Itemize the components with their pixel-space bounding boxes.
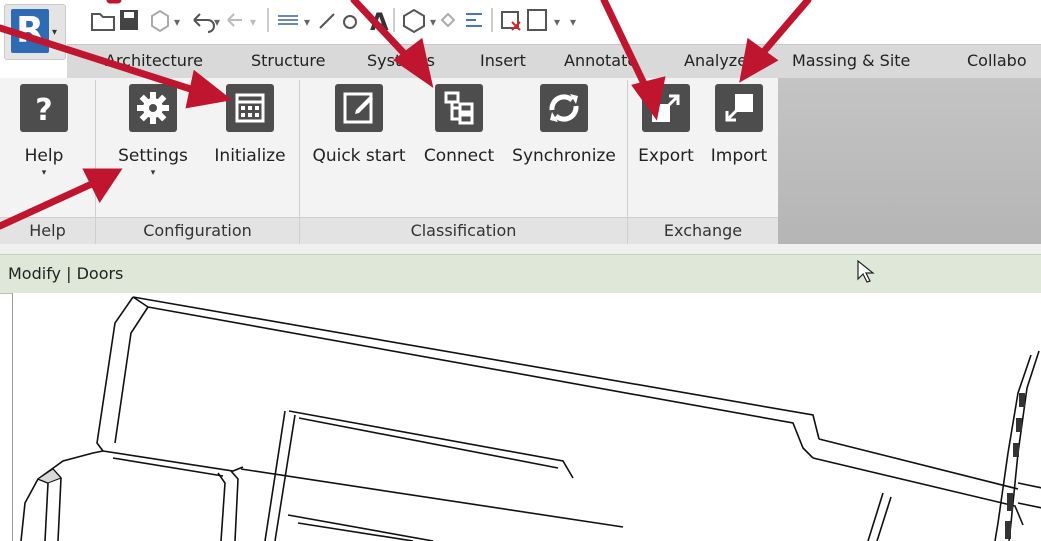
gear-icon: [129, 84, 177, 132]
chevron-down-icon: ▾: [52, 27, 58, 38]
revit-logo: R: [11, 9, 49, 53]
panel-title-classification: Classification: [300, 217, 627, 244]
chevron-down-icon[interactable]: ▾: [110, 168, 196, 178]
ribbon-bottom-gap: [0, 244, 1041, 254]
tab-massing-site[interactable]: Massing & Site: [792, 51, 910, 70]
settings-button[interactable]: Settings ▾: [110, 84, 196, 178]
export-button[interactable]: Export: [632, 84, 700, 166]
panel-title-help: Help: [0, 217, 95, 244]
panel-title-configuration: Configuration: [96, 217, 299, 244]
import-button[interactable]: Import: [703, 84, 775, 166]
tab-architecture[interactable]: Architecture: [105, 51, 203, 70]
connect-label: Connect: [423, 146, 495, 166]
sync-icon: [540, 84, 588, 132]
svg-text:▾: ▾: [554, 15, 560, 29]
synchronize-button[interactable]: Synchronize: [505, 84, 623, 166]
quick-start-button[interactable]: Quick start: [306, 84, 412, 166]
tab-insert[interactable]: Insert: [480, 51, 526, 70]
help-button[interactable]: ? Help ▾: [14, 84, 74, 178]
import-label: Import: [710, 146, 768, 166]
initialize-button[interactable]: Initialize: [205, 84, 295, 166]
svg-text:▾: ▾: [304, 15, 310, 29]
export-label: Export: [638, 146, 694, 166]
mouse-cursor-icon: [857, 259, 875, 283]
svg-text:▾: ▾: [250, 15, 256, 29]
floor-plan-3d-view[interactable]: [13, 293, 1041, 541]
quick-start-label: Quick start: [312, 146, 406, 166]
ribbon-empty-area: [778, 78, 1041, 244]
revit-application-button[interactable]: R ▾: [4, 4, 66, 60]
panel-title-exchange: Exchange: [628, 217, 778, 244]
tab-structure[interactable]: Structure: [251, 51, 325, 70]
export-icon: [642, 84, 690, 132]
context-bar-label: Modify | Doors: [8, 264, 124, 283]
calculator-icon: [226, 84, 274, 132]
svg-text:A: A: [370, 8, 389, 34]
connect-button[interactable]: Connect: [416, 84, 502, 166]
svg-text:▾: ▾: [570, 15, 576, 29]
application-header: ▾ ▾ ▾ ▾ A ▾ ▾ ▾ R ▾ Architecture Structu…: [0, 0, 1041, 254]
quick-access-icons[interactable]: ▾ ▾ ▾ ▾ A ▾ ▾ ▾: [88, 6, 878, 34]
tab-systems[interactable]: Systems: [367, 51, 435, 70]
tab-analyze[interactable]: Analyze: [684, 51, 747, 70]
help-icon: ?: [20, 84, 68, 132]
svg-text:▾: ▾: [174, 15, 180, 29]
hierarchy-icon: [435, 84, 483, 132]
tab-collaborate[interactable]: Collabo: [967, 51, 1027, 70]
svg-text:▾: ▾: [214, 15, 220, 29]
svg-text:?: ?: [35, 93, 52, 128]
settings-label: Settings: [118, 146, 188, 166]
tab-annotate[interactable]: Annotate: [564, 51, 637, 70]
import-icon: [715, 84, 763, 132]
ribbon-tab-bar: Architecture Structure Systems Insert An…: [67, 44, 1041, 79]
svg-text:▾: ▾: [430, 15, 436, 29]
chevron-down-icon[interactable]: ▾: [14, 168, 74, 178]
context-bar: Modify | Doors: [0, 254, 1041, 294]
synchronize-label: Synchronize: [512, 146, 616, 166]
help-label: Help: [24, 146, 64, 166]
quick-access-toolbar: ▾ ▾ ▾ ▾ A ▾ ▾ ▾: [0, 0, 1041, 44]
edit-icon: [335, 84, 383, 132]
drawing-canvas[interactable]: [12, 293, 1041, 541]
initialize-label: Initialize: [214, 146, 286, 166]
